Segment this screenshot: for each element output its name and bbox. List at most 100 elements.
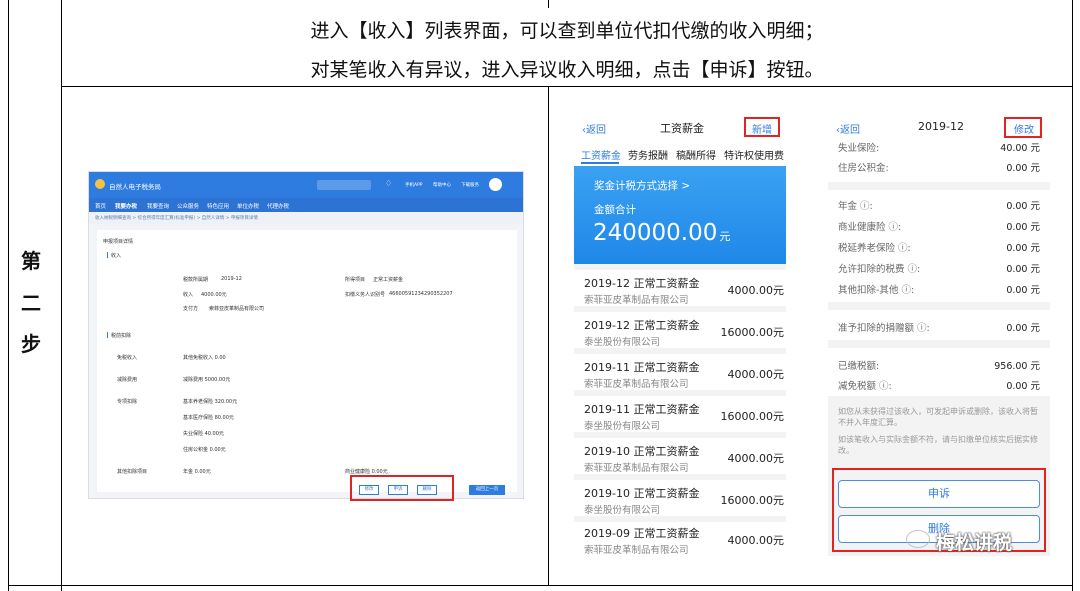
extra-field: 商业健康险 0.00元 xyxy=(345,469,388,475)
chevron-right-icon: › xyxy=(773,324,777,335)
income-row-5-title[interactable]: 2019-10 正常工资薪金 xyxy=(584,443,699,459)
desktop-screenshot: 自然人电子税务局 ♢ 手机APP 帮助中心 下载服务 首页 我要办税 我要查询 … xyxy=(88,171,524,499)
deduct-row-2-value: 减除费用 5000.00元 xyxy=(183,377,231,383)
detail-value-housing-fund: 0.00 元 xyxy=(1006,163,1040,174)
deduct-row-3-value: 基本养老保险 320.00元 xyxy=(183,399,238,405)
income-row-1-title[interactable]: 2019-12 正常工资薪金 xyxy=(584,275,699,291)
nav-item-query[interactable]: 我要查询 xyxy=(147,202,169,210)
deduct-row-1-label: 免税收入 xyxy=(117,355,138,361)
income-row-3-company: 索菲亚皮革制品有限公司 xyxy=(584,379,689,390)
table-row-line-1 xyxy=(61,86,1073,87)
chevron-right-icon: › xyxy=(773,408,777,419)
deduct-row-3-label: 专项扣除 xyxy=(117,399,138,405)
income-row-4-company: 泰坐股份有限公司 xyxy=(584,421,661,432)
field-income-label: 收入 xyxy=(183,292,194,298)
nav-item-tax[interactable]: 我要办税 xyxy=(115,202,137,210)
field-period-label: 税款所属期 xyxy=(183,277,209,283)
income-marker xyxy=(107,252,108,258)
field-item-label: 所得项目 xyxy=(345,277,366,283)
avatar[interactable] xyxy=(489,178,502,191)
detail-section-title: 申报项目详情 xyxy=(103,239,134,245)
desktop-header: 自然人电子税务局 ♢ 手机APP 帮助中心 下载服务 xyxy=(89,172,523,198)
detail-value-tax-paid: 956.00 元 xyxy=(994,361,1040,372)
breadcrumb: 收入纳税明细查询 > 综合所得年度汇算(标准申报) > 自然人详情 > 申报项目… xyxy=(89,212,523,224)
chevron-right-icon: › xyxy=(773,532,777,543)
detail-value-other-deduction: 0.00 元 xyxy=(1006,285,1040,296)
income-row-3-title[interactable]: 2019-11 正常工资薪金 xyxy=(584,359,699,375)
income-row-2-company: 泰坐股份有限公司 xyxy=(584,337,661,348)
field-withholder-value: 46600591234290352207 xyxy=(389,291,453,297)
income-row-4-title[interactable]: 2019-11 正常工资薪金 xyxy=(584,401,699,417)
income-row-7-title[interactable]: 2019-09 正常工资薪金 xyxy=(584,525,699,541)
detail-label-pension: 税延养老保险 ⓘ: xyxy=(838,243,911,254)
row-separator xyxy=(574,348,786,354)
income-row-6-title[interactable]: 2019-10 正常工资薪金 xyxy=(584,485,699,501)
deduct-row-2-label: 减除费用 xyxy=(117,377,138,383)
deduct-title: 税前扣除 xyxy=(111,333,132,339)
nav-item-feature[interactable]: 特色应用 xyxy=(207,202,229,210)
table-row-line-2 xyxy=(8,585,1073,586)
step-label-char-3: 步 xyxy=(21,332,41,356)
total-value: 240000.00 元 xyxy=(593,220,731,246)
nav-item-agent[interactable]: 代理办税 xyxy=(267,202,289,210)
detail-label-tax-fees: 允许扣除的税费 ⓘ: xyxy=(838,264,921,275)
deduct-row-4-value: 基本医疗保险 80.00元 xyxy=(183,415,234,421)
nav-item-public[interactable]: 公众服务 xyxy=(177,202,199,210)
nav-item-home[interactable]: 首页 xyxy=(95,202,106,210)
deduct-row-7-value: 年金 0.00元 xyxy=(183,469,211,475)
header-link-app[interactable]: 手机APP xyxy=(405,182,423,188)
desktop-buttons-highlight xyxy=(350,475,454,501)
breadcrumb-text: 收入纳税明细查询 > 综合所得年度汇算(标准申报) > 自然人详情 > 申报项目… xyxy=(95,216,258,221)
total-label: 金额合计 xyxy=(594,204,636,216)
income-row-2-title[interactable]: 2019-12 正常工资薪金 xyxy=(584,317,699,333)
header-link-download[interactable]: 下载服务 xyxy=(461,182,479,188)
header-link-help[interactable]: 帮助中心 xyxy=(433,182,451,188)
phone2-modify-highlight xyxy=(1004,117,1042,138)
nav-item-unit[interactable]: 单位办税 xyxy=(237,202,259,210)
detail-note-2: 如该笔收入与实际金额不符，请与扣缴单位核实后据实修改。 xyxy=(838,435,1038,455)
phone1-add-highlight xyxy=(744,117,780,137)
field-payer-label: 支付方 xyxy=(183,306,199,312)
detail-separator xyxy=(828,340,1050,348)
row-separator xyxy=(574,264,786,270)
detail-note-1: 如您从未获得过该收入，可发起申诉或删除，该收入将暂不并入年度汇算。 xyxy=(838,407,1038,427)
bonus-method-link[interactable]: 奖金计税方式选择 > xyxy=(594,178,690,193)
detail-label-health-insurance: 商业健康险 ⓘ: xyxy=(838,222,902,233)
detail-label-unemployment: 失业保险: xyxy=(838,143,880,154)
detail-value-tax-fees: 0.00 元 xyxy=(1006,264,1040,275)
field-period-value: 2019-12 xyxy=(221,276,242,282)
detail-label-annuity: 年金 ⓘ: xyxy=(838,201,873,212)
tab-franchise[interactable]: 特许权使用费 xyxy=(724,147,784,162)
bell-icon[interactable]: ♢ xyxy=(385,179,392,188)
detail-label-tax-paid: 已缴税额: xyxy=(838,361,880,372)
detail-label-donation: 准予扣除的捐赠额 ⓘ: xyxy=(838,323,930,334)
deduct-row-7-label: 其他扣除项目 xyxy=(117,469,148,475)
detail-value-donation: 0.00 元 xyxy=(1006,323,1040,334)
detail-value-pension: 0.00 元 xyxy=(1006,243,1040,254)
row-separator xyxy=(574,390,786,396)
instruction-line-1: 进入【收入】列表界面，可以查到单位代扣代缴的收入明细； xyxy=(310,20,824,42)
tab-labor[interactable]: 劳务报酬 xyxy=(628,147,668,162)
tab-royalty[interactable]: 稿酬所得 xyxy=(676,147,716,162)
detail-value-tax-relief: 0.00 元 xyxy=(1006,381,1040,392)
desktop-detail-card: 申报项目详情 收入 税款所属期 2019-12 所得项目 正常工资薪金 收入 4… xyxy=(97,230,517,492)
phone1-title: 工资薪金 xyxy=(660,122,704,135)
chevron-right-icon: › xyxy=(773,450,777,461)
field-item-value: 正常工资薪金 xyxy=(373,277,404,283)
table-border-top-stub xyxy=(548,0,549,8)
desktop-app-name: 自然人电子税务局 xyxy=(109,183,161,191)
income-row-5-company: 索菲亚皮革制品有限公司 xyxy=(584,463,689,474)
desktop-search-box[interactable] xyxy=(317,180,371,190)
detail-label-housing-fund: 住房公积金: xyxy=(838,163,889,174)
watermark-text: 梅松讲税 xyxy=(936,532,1013,554)
phone2-back-link[interactable]: ‹返回 xyxy=(836,121,860,136)
desktop-back-button[interactable]: 返回上一页 xyxy=(469,485,505,495)
phone1-back-link[interactable]: ‹返回 xyxy=(582,121,606,136)
detail-value-unemployment: 40.00 元 xyxy=(1000,143,1040,154)
detail-label-tax-relief: 减免税额 ⓘ: xyxy=(838,381,892,392)
tab-salary[interactable]: 工资薪金 xyxy=(581,147,621,162)
desktop-nav: 首页 我要办税 我要查询 公众服务 特色应用 单位办税 代理办税 xyxy=(89,198,523,212)
row-separator xyxy=(574,306,786,312)
income-title: 收入 xyxy=(111,253,122,259)
income-row-1-company: 索菲亚皮革制品有限公司 xyxy=(584,295,689,306)
